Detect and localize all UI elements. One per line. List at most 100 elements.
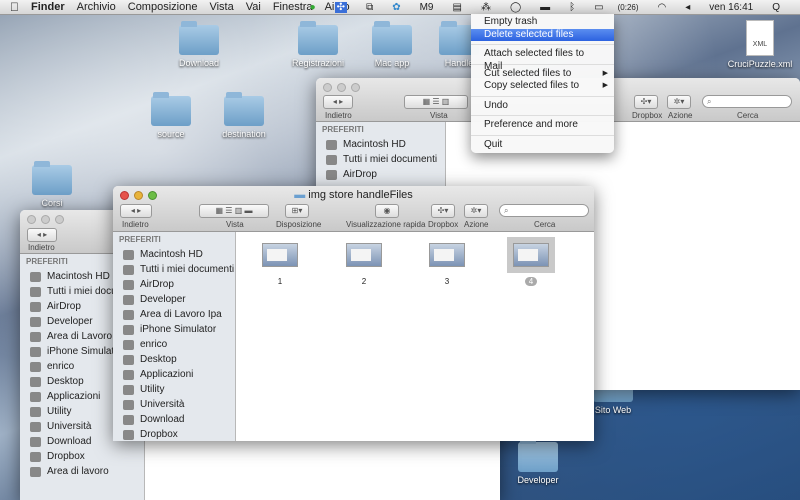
- sidebar-item-icon: [123, 399, 134, 410]
- folder-icon: [518, 438, 558, 472]
- menu-item-preferences[interactable]: Preference and more: [471, 119, 614, 132]
- back-forward-button[interactable]: ◂ ▸: [323, 95, 353, 109]
- desktop-icon-crucipuzzle[interactable]: XML CruciPuzzle.xml: [725, 20, 795, 69]
- sidebar-label: AirDrop: [47, 301, 81, 312]
- status-app-icon[interactable]: ●: [310, 2, 316, 13]
- menu-item-attach-mail[interactable]: Attach selected files to Mail: [471, 48, 614, 72]
- sidebar-item[interactable]: AirDrop: [113, 277, 235, 292]
- sidebar-item[interactable]: Università: [113, 397, 235, 412]
- sidebar-item[interactable]: enrico: [113, 337, 235, 352]
- desktop-icon-registrazioni[interactable]: Registrazioni: [283, 21, 353, 68]
- m9-status[interactable]: M9: [420, 2, 434, 13]
- sidebar-item-icon: [123, 294, 134, 305]
- icon-label: Download: [178, 58, 220, 68]
- sidebar-item[interactable]: Dropbox: [113, 427, 235, 441]
- menu-item-empty-trash[interactable]: Empty trash: [471, 16, 614, 29]
- arrange-button[interactable]: ⊞▾: [285, 204, 309, 218]
- sidebar-label: Applicazioni: [47, 391, 101, 402]
- apple-menu-icon[interactable]: : [10, 0, 19, 14]
- menu-finder[interactable]: Finder: [31, 1, 65, 13]
- file-item[interactable]: 3: [425, 243, 469, 286]
- sidebar-item-icon: [123, 384, 134, 395]
- sidebar-item-icon: [123, 264, 134, 275]
- back-forward-button[interactable]: ◂ ▸: [120, 204, 152, 218]
- wifi-icon[interactable]: ◠: [658, 2, 667, 13]
- menu-item-cut-to[interactable]: Cut selected files to ▶: [471, 68, 614, 81]
- copy-status-icon[interactable]: ⧉: [366, 2, 373, 13]
- menu-item-undo[interactable]: Undo: [471, 100, 614, 113]
- sidebar-item[interactable]: Developer: [113, 292, 235, 307]
- status-icon-2[interactable]: ⁂: [481, 2, 491, 13]
- icon-label: Mac app: [374, 58, 410, 68]
- sidebar-header: PREFERITI: [119, 235, 161, 244]
- file-item[interactable]: 2: [342, 243, 386, 286]
- desktop-icon-download[interactable]: Download: [164, 21, 234, 68]
- view-buttons[interactable]: ▦ ☰ ▥ ▬: [199, 204, 269, 218]
- action-button[interactable]: ✲▾: [667, 95, 691, 109]
- sidebar-label: Utility: [140, 384, 165, 395]
- battery-icon[interactable]: ▭: [594, 2, 603, 13]
- action-label: Azione: [668, 111, 693, 120]
- sidebar-item[interactable]: Download: [113, 412, 235, 427]
- sidebar-item[interactable]: Macintosh HD: [113, 247, 235, 262]
- timemachine-icon[interactable]: ◯: [510, 2, 521, 13]
- menu-finestra[interactable]: Finestra: [273, 1, 313, 13]
- sidebar-item[interactable]: Applicazioni: [113, 367, 235, 382]
- sidebar-item-icon: [123, 429, 134, 440]
- menu-item-quit[interactable]: Quit: [471, 139, 614, 152]
- image-thumbnail: [262, 243, 298, 267]
- sidebar-label: Download: [47, 436, 92, 447]
- desktop-icon-developer[interactable]: Developer: [503, 438, 573, 485]
- menu-archivio[interactable]: Archivio: [77, 1, 116, 13]
- search-label: Cerca: [737, 111, 759, 120]
- volume-icon[interactable]: ◂: [685, 2, 690, 13]
- search-field[interactable]: ⌕: [499, 204, 589, 217]
- desktop-icon-mac-app[interactable]: Mac app: [357, 21, 427, 68]
- dropbox-status-icon[interactable]: ✿: [392, 2, 400, 13]
- sidebar-label: Macintosh HD: [343, 139, 406, 150]
- sidebar-item[interactable]: iPhone Simulator: [113, 322, 235, 337]
- sidebar-item[interactable]: Area di Lavoro Ipa: [113, 307, 235, 322]
- menu-item-delete-selected[interactable]: Delete selected files: [471, 28, 614, 41]
- file-item[interactable]: 1: [258, 243, 302, 286]
- finder-window-active[interactable]: ▬ img store handleFiles ◂ ▸ Indietro ▦ ☰…: [113, 186, 594, 441]
- sidebar-item-icon: [123, 339, 134, 350]
- sidebar-item[interactable]: Utility: [113, 382, 235, 397]
- file-name: 1: [277, 277, 283, 286]
- back-forward-button[interactable]: ◂ ▸: [27, 228, 57, 242]
- view-buttons[interactable]: ▦ ☰ ▥: [404, 95, 468, 109]
- menu-separator: [471, 134, 614, 136]
- desktop-icon-corsi[interactable]: Corsi: [17, 161, 87, 208]
- sidebar-item[interactable]: Tutti i miei documenti: [113, 262, 235, 277]
- sidebar-item-icon: [30, 286, 41, 297]
- dropbox-label: Dropbox: [632, 111, 663, 120]
- dropbox-button[interactable]: ✣▾: [431, 204, 455, 218]
- sidebar-item[interactable]: Dropbox: [20, 449, 144, 464]
- sidebar-item-icon: [123, 324, 134, 335]
- menu-composizione[interactable]: Composizione: [128, 1, 198, 13]
- desktop-icon-source[interactable]: source: [136, 92, 206, 139]
- menu-vai[interactable]: Vai: [246, 1, 261, 13]
- status-icon[interactable]: ▤: [453, 2, 462, 13]
- quicklook-button[interactable]: ◉: [375, 204, 399, 218]
- menu-vista[interactable]: Vista: [209, 1, 233, 13]
- sidebar-item[interactable]: Macintosh HD: [316, 137, 445, 152]
- sidebar-label: Tutti i miei documenti: [343, 154, 438, 165]
- sidebar-item[interactable]: Tutti i miei documenti: [316, 152, 445, 167]
- sidebar-item[interactable]: AirDrop: [316, 167, 445, 182]
- bluetooth-icon[interactable]: ᛒ: [569, 2, 575, 13]
- dropbox-button[interactable]: ✣▾: [634, 95, 658, 109]
- search-field[interactable]: ⌕: [702, 95, 792, 108]
- menu-item-copy-to[interactable]: Copy selected files to ▶: [471, 80, 614, 93]
- display-icon[interactable]: ▬: [540, 2, 550, 13]
- sidebar-item[interactable]: Area di lavoro: [20, 464, 144, 479]
- spotlight-icon[interactable]: Q: [772, 2, 780, 13]
- desktop-icon-destination[interactable]: destination: [209, 92, 279, 139]
- handlefiles-status-icon[interactable]: ✣: [334, 2, 348, 13]
- dropbox-label: Dropbox: [428, 220, 459, 229]
- action-button[interactable]: ✲▾: [464, 204, 488, 218]
- file-name: 4: [524, 277, 538, 286]
- clock[interactable]: ven 16:41: [709, 2, 753, 13]
- file-item-selected[interactable]: 4: [507, 237, 555, 286]
- sidebar-item[interactable]: Desktop: [113, 352, 235, 367]
